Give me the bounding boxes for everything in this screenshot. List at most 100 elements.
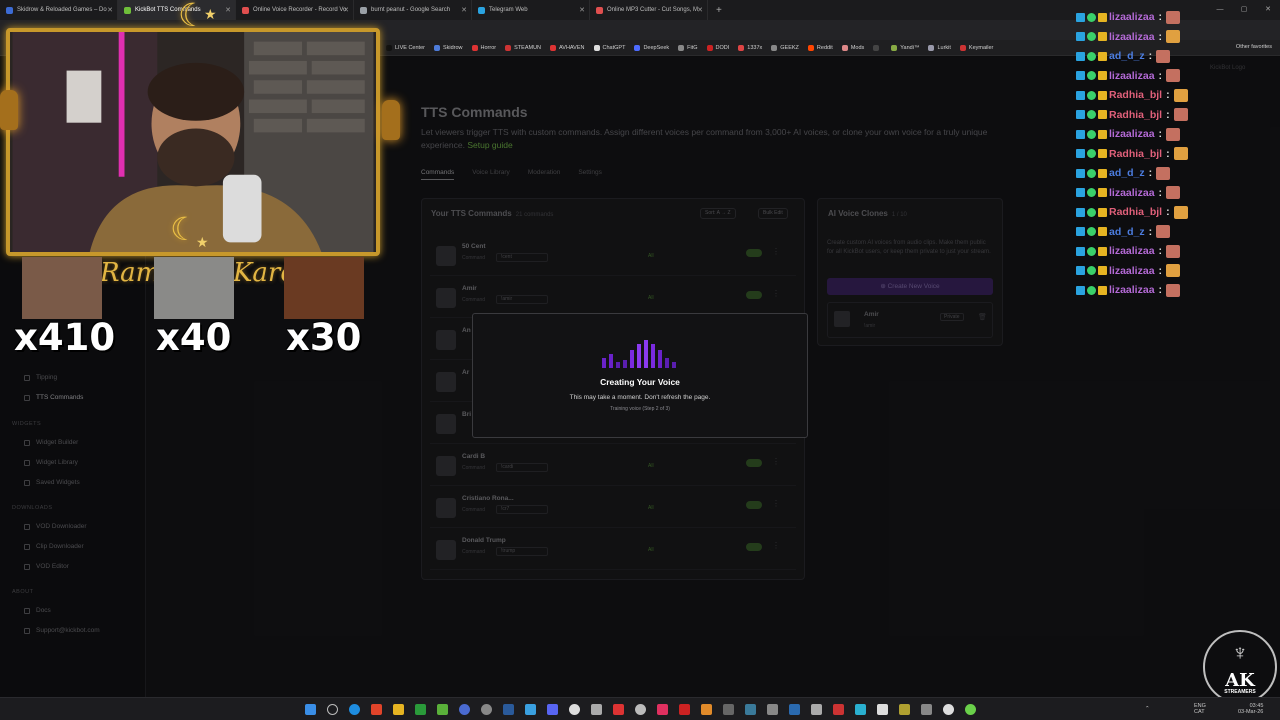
new-tab-icon[interactable]: +	[708, 5, 730, 16]
bookmark[interactable]: 1337x	[738, 44, 762, 51]
bookmark[interactable]: AVHAVEN	[550, 44, 585, 51]
bookmark-icon	[706, 44, 713, 51]
tab-label: Telegram Web	[489, 7, 528, 13]
sub-badge-icon	[1087, 168, 1096, 178]
bookmark[interactable]: FitG	[678, 44, 698, 51]
brave-icon[interactable]	[371, 704, 382, 715]
app-icon[interactable]	[899, 704, 910, 715]
folder-icon[interactable]	[393, 704, 404, 715]
browser-tab[interactable]: Telegram Web ✕	[472, 0, 590, 20]
audio-wave-icon	[602, 340, 676, 368]
steam-icon[interactable]	[503, 704, 514, 715]
close-icon[interactable]: ✕	[461, 6, 467, 14]
bookmark[interactable]	[873, 44, 882, 51]
bookmark[interactable]: GEEKZ	[771, 44, 799, 51]
chat-separator: :	[1158, 128, 1163, 140]
region-text: CAT	[1194, 709, 1205, 715]
app-icon[interactable]	[437, 704, 448, 715]
app-icon[interactable]	[767, 704, 778, 715]
sub-badge-icon	[1087, 110, 1096, 119]
app-icon[interactable]	[921, 704, 932, 715]
app-icon[interactable]	[811, 704, 822, 715]
search-icon[interactable]	[327, 704, 338, 715]
creating-voice-modal	[472, 313, 808, 438]
language-indicator[interactable]: ENG CAT	[1194, 703, 1206, 715]
sub-badge-icon	[1087, 266, 1096, 275]
bookmark-label: Mods	[850, 44, 865, 51]
bookmark[interactable]: Horror	[471, 44, 496, 51]
browser-tab[interactable]: Online Voice Recorder - Record Vo ✕	[236, 0, 354, 20]
tab-favicon-icon	[124, 6, 131, 14]
bookmark[interactable]: Lurkit	[928, 44, 951, 51]
browser-tab-active[interactable]: KickBot TTS Commands ✕	[118, 0, 236, 20]
kick-badge-icon	[1076, 110, 1085, 119]
close-window-icon[interactable]: ✕	[1256, 0, 1280, 20]
clock[interactable]: 03:45 03-Mar-26	[1238, 703, 1263, 715]
chat-separator: :	[1166, 108, 1170, 121]
maximize-icon[interactable]: ▢	[1232, 0, 1256, 20]
xbox-icon[interactable]	[415, 704, 426, 715]
browser-tab[interactable]: Online MP3 Cutter - Cut Songs, M ✕	[590, 0, 708, 20]
app-icon[interactable]	[745, 704, 756, 715]
obs-icon[interactable]	[635, 704, 646, 715]
browser-tab[interactable]: burnt peanut - Google Search ✕	[354, 0, 472, 20]
app-icon[interactable]	[613, 704, 624, 715]
bookmark[interactable]: LIVE Center	[386, 44, 425, 51]
bookmark[interactable]: Yandi™	[891, 44, 920, 51]
tab-label: Skidrow & Reloaded Games – Do	[17, 7, 107, 13]
kick-badge-icon	[1076, 168, 1085, 178]
app-icon[interactable]	[701, 704, 712, 715]
app-icon[interactable]	[855, 704, 866, 715]
chat-separator: :	[1158, 30, 1163, 43]
app-icon[interactable]	[833, 704, 844, 715]
taskbar: ⌃ ENG CAT 03:45 03-Mar-26	[0, 697, 1280, 720]
app-icon[interactable]	[789, 704, 800, 715]
app-icon[interactable]	[723, 704, 734, 715]
app-icon[interactable]	[965, 704, 976, 715]
edge-icon[interactable]	[349, 704, 360, 715]
bookmark-label: Lurkit	[937, 44, 951, 51]
bookmark-icon	[471, 44, 478, 51]
emote-counter: x410	[14, 316, 116, 359]
close-icon[interactable]: ✕	[697, 6, 703, 14]
crown-icon	[1098, 71, 1107, 80]
discord-icon[interactable]	[547, 704, 558, 715]
close-icon[interactable]: ✕	[107, 6, 113, 14]
start-icon[interactable]	[305, 704, 316, 715]
app-icon[interactable]	[481, 704, 492, 715]
other-favorites[interactable]: Other favorites	[1236, 44, 1272, 50]
tiktok-icon[interactable]	[657, 704, 668, 715]
bookmark[interactable]: Keymailer	[959, 44, 993, 51]
bookmark[interactable]: DeepSeek	[634, 44, 669, 51]
app-icon[interactable]	[877, 704, 888, 715]
crescent-moon-icon: ☾	[170, 211, 199, 247]
kick-badge-icon	[1076, 266, 1085, 275]
close-icon[interactable]: ✕	[343, 6, 349, 14]
bookmark[interactable]: Reddit	[807, 44, 833, 51]
app-icon[interactable]	[591, 704, 602, 715]
app-icon[interactable]	[459, 704, 470, 715]
sub-badge-icon	[1087, 71, 1096, 80]
bookmark[interactable]: Skidrow	[433, 44, 463, 51]
bookmark[interactable]: DODI	[706, 44, 729, 51]
minimize-icon[interactable]: —	[1208, 0, 1232, 20]
chat-username: ad_d_z	[1109, 50, 1145, 62]
chrome-icon[interactable]	[569, 704, 580, 715]
bookmark[interactable]: STEAMUN	[505, 44, 541, 51]
bookmark[interactable]: Mods	[841, 44, 865, 51]
star-icon: ★	[196, 234, 209, 250]
chat-message: Radhia_bjl:	[1076, 205, 1188, 219]
bookmark-label: Yandi™	[900, 44, 920, 51]
kick-badge-icon	[1076, 227, 1085, 236]
tray-chevron-icon[interactable]: ⌃	[1145, 706, 1150, 712]
browser-tab[interactable]: Skidrow & Reloaded Games – Do ✕	[0, 0, 118, 20]
bookmark[interactable]: ChatGPT	[593, 44, 625, 51]
settings-icon[interactable]	[943, 704, 954, 715]
close-icon[interactable]: ✕	[579, 6, 585, 14]
chat-emote-icon	[1173, 205, 1188, 219]
close-icon[interactable]: ✕	[225, 6, 231, 14]
bookmark-icon	[959, 44, 966, 51]
telegram-icon[interactable]	[525, 704, 536, 715]
chat-message: lizaalizaa:	[1076, 69, 1181, 83]
app-icon[interactable]	[679, 704, 690, 715]
